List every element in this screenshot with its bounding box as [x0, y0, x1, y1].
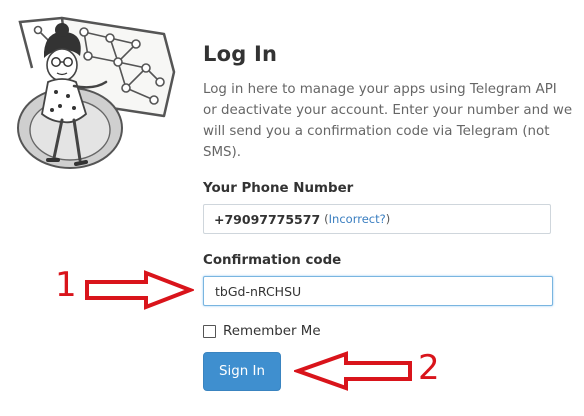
page-title: Log In [203, 42, 278, 66]
incorrect-number-link[interactable]: Incorrect? [329, 212, 386, 226]
annotation-number-1: 1 [55, 265, 77, 305]
confirmation-code-input[interactable] [203, 276, 553, 306]
remember-me-option[interactable]: Remember Me [203, 324, 321, 339]
phone-number-label: Your Phone Number [203, 181, 354, 196]
login-description: Log in here to manage your apps using Te… [203, 82, 573, 160]
phone-number-value: +79097775577 [214, 211, 321, 227]
remember-me-label: Remember Me [223, 324, 321, 339]
incorrect-number-note: (Incorrect?) [324, 212, 390, 226]
sign-in-button[interactable]: Sign In [203, 352, 281, 391]
confirmation-code-label: Confirmation code [203, 253, 342, 268]
annotation-number-2: 2 [418, 348, 440, 388]
phone-number-display: +79097775577 (Incorrect?) [203, 204, 551, 234]
remember-me-checkbox[interactable] [203, 325, 216, 338]
annotation-arrow-left-icon [294, 351, 412, 391]
telegram-illustration [17, 16, 176, 169]
annotation-arrow-right-icon [85, 270, 194, 310]
incorrect-paren-close: ) [385, 212, 391, 226]
